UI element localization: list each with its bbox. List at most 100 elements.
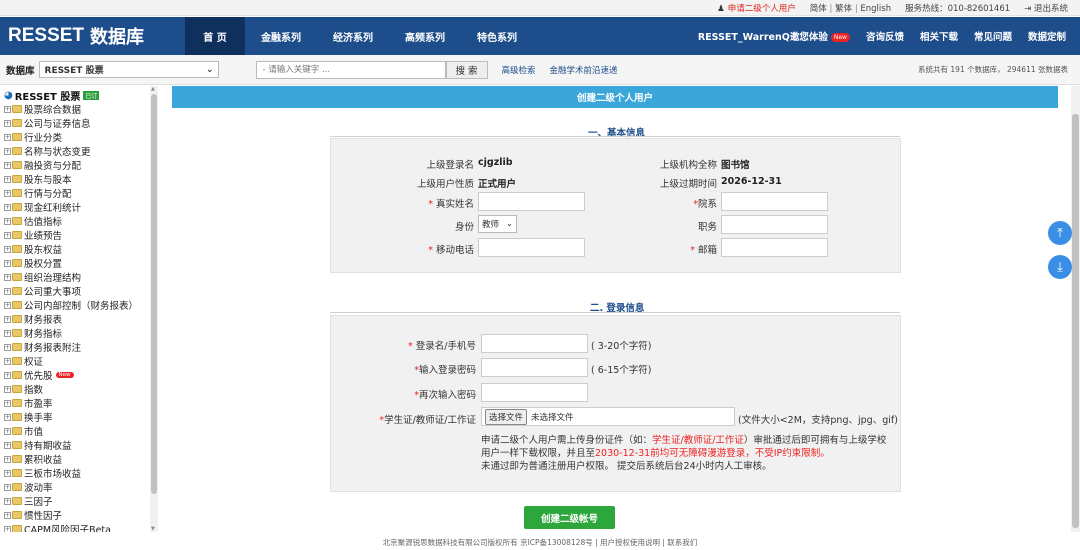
nav-economy[interactable]: 经济系列 <box>317 17 389 55</box>
expand-icon[interactable]: + <box>4 133 11 141</box>
sidebar-item[interactable]: + 财务报表 <box>4 312 160 326</box>
search-button[interactable]: 搜 索 <box>445 60 488 79</box>
lang-simplified-link[interactable]: 简体 <box>810 4 827 14</box>
scroll-up-arrow-icon[interactable]: ▲ <box>151 86 155 92</box>
logo[interactable]: RESSET 数据库 <box>0 17 185 55</box>
sidebar-item[interactable]: + 公司与证券信息 <box>4 116 160 130</box>
expand-icon[interactable]: + <box>4 245 11 253</box>
password-confirm-input[interactable] <box>481 383 588 402</box>
sidebar-scrollbar[interactable]: ▲ ▼ <box>150 86 158 532</box>
nav-featured[interactable]: 特色系列 <box>461 17 533 55</box>
expand-icon[interactable]: + <box>4 413 11 421</box>
expand-icon[interactable]: + <box>4 399 11 407</box>
sidebar-item[interactable]: + 股票综合数据 <box>4 102 160 116</box>
lang-traditional-link[interactable]: 繁体 <box>835 4 852 14</box>
keyword-search-input[interactable] <box>255 60 446 79</box>
sidebar-item[interactable]: + 公司重大事项 <box>4 284 160 298</box>
expand-icon[interactable]: + <box>4 161 11 169</box>
expand-icon[interactable]: + <box>4 315 11 323</box>
sidebar-item[interactable]: + 现金红利统计 <box>4 200 160 214</box>
sidebar-item[interactable]: + 股权分置 <box>4 256 160 270</box>
expand-icon[interactable]: + <box>4 525 11 532</box>
expand-icon[interactable]: + <box>4 259 11 267</box>
expand-icon[interactable]: + <box>4 203 11 211</box>
sidebar-item[interactable]: + 三因子 <box>4 494 160 508</box>
scroll-bottom-button[interactable]: ⤓ <box>1048 255 1072 279</box>
real-name-input[interactable] <box>478 192 585 211</box>
expand-icon[interactable]: + <box>4 357 11 365</box>
sidebar-item[interactable]: + 估值指标 <box>4 214 160 228</box>
faq-link[interactable]: 常见问题 <box>974 29 1012 43</box>
frontier-link[interactable]: 金融学术前沿速递 <box>550 64 618 76</box>
expand-icon[interactable]: + <box>4 329 11 337</box>
warrenq-invite-link[interactable]: RESSET_WarrenQ邀您体验 New <box>698 29 850 43</box>
email-input[interactable] <box>721 238 828 257</box>
nav-high-frequency[interactable]: 高频系列 <box>389 17 461 55</box>
logout-link[interactable]: ⇥ 退出系统 <box>1024 2 1068 14</box>
department-input[interactable] <box>721 192 828 211</box>
expand-icon[interactable]: + <box>4 105 11 113</box>
customize-link[interactable]: 数据定制 <box>1028 29 1066 43</box>
nav-home[interactable]: 首 页 <box>185 17 245 55</box>
sidebar-item[interactable]: + 三板市场收益 <box>4 466 160 480</box>
expand-icon[interactable]: + <box>4 469 11 477</box>
login-name-input[interactable] <box>481 334 588 353</box>
apply-sub-user-link[interactable]: ♟ 申请二级个人用户 <box>717 2 796 14</box>
identity-select[interactable]: 教师 ⌄ <box>478 215 517 233</box>
create-account-button[interactable]: 创建二级帐号 <box>524 506 615 529</box>
expand-icon[interactable]: + <box>4 231 11 239</box>
sidebar-item[interactable]: + 行情与分配 <box>4 186 160 200</box>
sidebar-item[interactable]: + 权证 <box>4 354 160 368</box>
choose-file-button[interactable]: 选择文件 <box>485 408 528 425</box>
expand-icon[interactable]: + <box>4 455 11 463</box>
expand-icon[interactable]: + <box>4 385 11 393</box>
position-input[interactable] <box>721 215 828 234</box>
expand-icon[interactable]: + <box>4 217 11 225</box>
expand-icon[interactable]: + <box>4 483 11 491</box>
id-doc-file-input[interactable]: 选择文件 未选择文件 <box>481 407 735 426</box>
expand-icon[interactable]: + <box>4 189 11 197</box>
expand-icon[interactable]: + <box>4 301 11 309</box>
advanced-search-link[interactable]: 高级检索 <box>502 64 536 76</box>
sidebar-item[interactable]: + 持有期收益 <box>4 438 160 452</box>
sidebar-item[interactable]: + 换手率 <box>4 410 160 424</box>
sidebar-item[interactable]: + 公司内部控制（财务报表） <box>4 298 160 312</box>
expand-icon[interactable]: + <box>4 273 11 281</box>
expand-icon[interactable]: + <box>4 371 11 379</box>
sidebar-scroll-thumb[interactable] <box>151 94 157 494</box>
sidebar-item[interactable]: + CAPM风险因子Beta <box>4 522 160 532</box>
database-select[interactable]: RESSET 股票 ⌄ <box>38 61 219 78</box>
feedback-link[interactable]: 咨询反馈 <box>866 29 904 43</box>
expand-icon[interactable]: + <box>4 497 11 505</box>
lang-english-link[interactable]: English <box>860 4 891 14</box>
page-scroll-thumb[interactable] <box>1072 114 1079 528</box>
expand-icon[interactable]: + <box>4 175 11 183</box>
expand-icon[interactable]: + <box>4 441 11 449</box>
mobile-input[interactable] <box>478 238 585 257</box>
sidebar-item[interactable]: + 股东权益 <box>4 242 160 256</box>
expand-icon[interactable]: + <box>4 287 11 295</box>
nav-finance[interactable]: 金融系列 <box>245 17 317 55</box>
password-input[interactable] <box>481 358 588 377</box>
page-scrollbar[interactable] <box>1071 86 1080 532</box>
sidebar-item[interactable]: + 财务报表附注 <box>4 340 160 354</box>
expand-icon[interactable]: + <box>4 427 11 435</box>
sidebar-item[interactable]: + 财务指标 <box>4 326 160 340</box>
expand-icon[interactable]: + <box>4 119 11 127</box>
sidebar-item[interactable]: + 累积收益 <box>4 452 160 466</box>
sidebar-item[interactable]: + 指数 <box>4 382 160 396</box>
tree-root[interactable]: ◕ RESSET 股票 已订 <box>4 88 160 103</box>
sidebar-item[interactable]: + 行业分类 <box>4 130 160 144</box>
sidebar-item[interactable]: + 融投资与分配 <box>4 158 160 172</box>
expand-icon[interactable]: + <box>4 343 11 351</box>
sidebar-item[interactable]: + 组织治理结构 <box>4 270 160 284</box>
sidebar-item[interactable]: + 市值 <box>4 424 160 438</box>
downloads-link[interactable]: 相关下载 <box>920 29 958 43</box>
expand-icon[interactable]: + <box>4 147 11 155</box>
scroll-down-arrow-icon[interactable]: ▼ <box>151 526 155 532</box>
sidebar-item[interactable]: + 业绩预告 <box>4 228 160 242</box>
sidebar-item[interactable]: + 市盈率 <box>4 396 160 410</box>
sidebar-item[interactable]: + 惯性因子 <box>4 508 160 522</box>
sidebar-item[interactable]: + 优先股 New <box>4 368 160 382</box>
scroll-top-button[interactable]: ⤒ <box>1048 221 1072 245</box>
